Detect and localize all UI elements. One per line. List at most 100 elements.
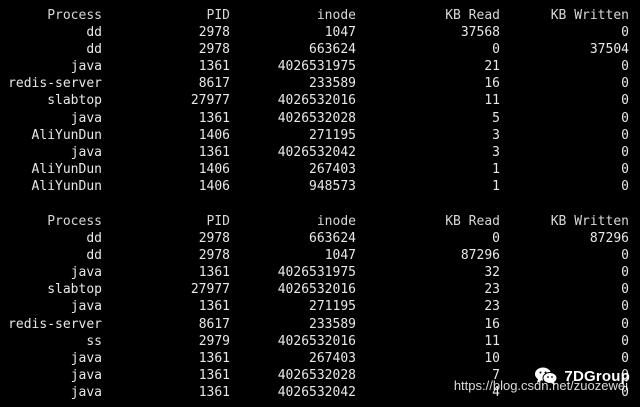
table-row: AliYunDun 1406 948573 1 0 — [0, 178, 640, 195]
cell-process: dd — [86, 42, 102, 58]
cell-pid: 1406 — [198, 178, 230, 194]
cell-kb-written: 0 — [621, 161, 629, 177]
cell-pid: 2978 — [198, 25, 230, 41]
cell-kb-read: 1 — [492, 161, 500, 177]
header-pid: PID — [206, 8, 230, 23]
cell-process: java — [70, 265, 102, 281]
header-inode: inode — [316, 214, 356, 229]
cell-kb-read: 11 — [484, 333, 500, 349]
cell-process: AliYunDun — [31, 178, 102, 194]
table-row: slabtop 27977 4026532016 23 0 — [0, 281, 640, 298]
cell-kb-read: 16 — [484, 76, 500, 92]
cell-inode: 4026532028 — [277, 367, 356, 383]
table-row: java 1361 4026532042 3 0 — [0, 144, 640, 161]
cell-process: AliYunDun — [31, 127, 102, 143]
cell-process: java — [70, 144, 102, 160]
cell-kb-read: 11 — [484, 93, 500, 109]
cell-kb-read: 37568 — [460, 25, 500, 41]
cell-pid: 27977 — [190, 93, 230, 109]
cell-process: ss — [86, 333, 102, 349]
cell-kb-read: 23 — [484, 299, 500, 315]
cell-inode: 233589 — [309, 76, 356, 92]
cell-inode: 4026532016 — [277, 333, 356, 349]
header-kb-read: KB Read — [445, 8, 500, 23]
header-inode: inode — [316, 8, 356, 23]
cell-inode: 4026532042 — [277, 144, 356, 160]
cell-kb-read: 10 — [484, 350, 500, 366]
cell-kb-written: 0 — [621, 178, 629, 194]
header-kb-read: KB Read — [445, 214, 500, 229]
cell-pid: 8617 — [198, 76, 230, 92]
cell-pid: 1361 — [198, 299, 230, 315]
cell-kb-read: 0 — [492, 231, 500, 247]
cell-process: slabtop — [47, 282, 102, 298]
cell-kb-written: 0 — [621, 144, 629, 160]
io-table-1: Process PID inode KB Read KB Written dd 2… — [0, 7, 640, 195]
cell-kb-read: 1 — [492, 178, 500, 194]
cell-kb-read: 5 — [492, 110, 500, 126]
header-kb-written: KB Written — [550, 8, 629, 23]
table-row: java 1361 4026532028 5 0 — [0, 110, 640, 127]
cell-kb-written: 37504 — [589, 42, 629, 58]
cell-pid: 8617 — [198, 316, 230, 332]
cell-inode: 267403 — [309, 350, 356, 366]
cell-process: dd — [86, 25, 102, 41]
cell-inode: 948573 — [309, 178, 356, 194]
table-row: redis-server 8617 233589 16 0 — [0, 75, 640, 92]
cell-process: AliYunDun — [31, 161, 102, 177]
cell-inode: 1047 — [324, 25, 356, 41]
cell-process: redis-server — [8, 76, 102, 92]
cell-kb-read: 0 — [492, 42, 500, 58]
terminal-output: Process PID inode KB Read KB Written dd 2… — [0, 0, 640, 407]
table-row: dd 2978 1047 87296 0 — [0, 247, 640, 264]
table-row: AliYunDun 1406 271195 3 0 — [0, 127, 640, 144]
cell-kb-read: 3 — [492, 127, 500, 143]
cell-pid: 1361 — [198, 350, 230, 366]
table-row: java 1361 4026531975 32 0 — [0, 264, 640, 281]
table-row: dd 2978 663624 0 87296 — [0, 230, 640, 247]
table-row: dd 2978 663624 0 37504 — [0, 41, 640, 58]
cell-kb-written: 0 — [621, 248, 629, 264]
cell-process: java — [70, 110, 102, 126]
table-row: redis-server 8617 233589 16 0 — [0, 316, 640, 333]
table-row: slabtop 27977 4026532016 11 0 — [0, 92, 640, 109]
cell-kb-written: 0 — [621, 127, 629, 143]
cell-process: java — [70, 367, 102, 383]
cell-pid: 2978 — [198, 248, 230, 264]
cell-kb-written: 0 — [621, 76, 629, 92]
cell-inode: 267403 — [309, 161, 356, 177]
cell-process: java — [70, 350, 102, 366]
cell-process: java — [70, 384, 102, 400]
cell-inode: 4026532016 — [277, 282, 356, 298]
table-rows: dd 2978 1047 37568 0 dd 2978 663624 0 37504 java 13… — [0, 24, 640, 195]
cell-pid: 1361 — [198, 384, 230, 400]
table-row: java 1361 271195 23 0 — [0, 298, 640, 315]
cell-kb-written: 0 — [621, 93, 629, 109]
watermark-url: https://blog.csdn.net/zuozewei — [453, 378, 628, 393]
cell-inode: 4026531975 — [277, 265, 356, 281]
cell-kb-read: 23 — [484, 282, 500, 298]
cell-pid: 1406 — [198, 127, 230, 143]
cell-pid: 2979 — [198, 333, 230, 349]
header-pid: PID — [206, 214, 230, 229]
table-row: AliYunDun 1406 267403 1 0 — [0, 161, 640, 178]
cell-inode: 233589 — [309, 316, 356, 332]
cell-pid: 2978 — [198, 42, 230, 58]
cell-process: redis-server — [8, 316, 102, 332]
cell-kb-written: 0 — [621, 333, 629, 349]
cell-inode: 4026532028 — [277, 110, 356, 126]
cell-pid: 1361 — [198, 59, 230, 75]
cell-kb-written: 0 — [621, 110, 629, 126]
cell-kb-read: 32 — [484, 265, 500, 281]
header-process: Process — [47, 214, 102, 229]
cell-kb-read: 21 — [484, 59, 500, 75]
cell-kb-read: 3 — [492, 144, 500, 160]
cell-process: dd — [86, 248, 102, 264]
header-process: Process — [47, 8, 102, 23]
header-kb-written: KB Written — [550, 214, 629, 229]
cell-process: slabtop — [47, 93, 102, 109]
cell-pid: 1406 — [198, 161, 230, 177]
cell-process: java — [70, 59, 102, 75]
cell-pid: 1361 — [198, 367, 230, 383]
cell-pid: 1361 — [198, 110, 230, 126]
